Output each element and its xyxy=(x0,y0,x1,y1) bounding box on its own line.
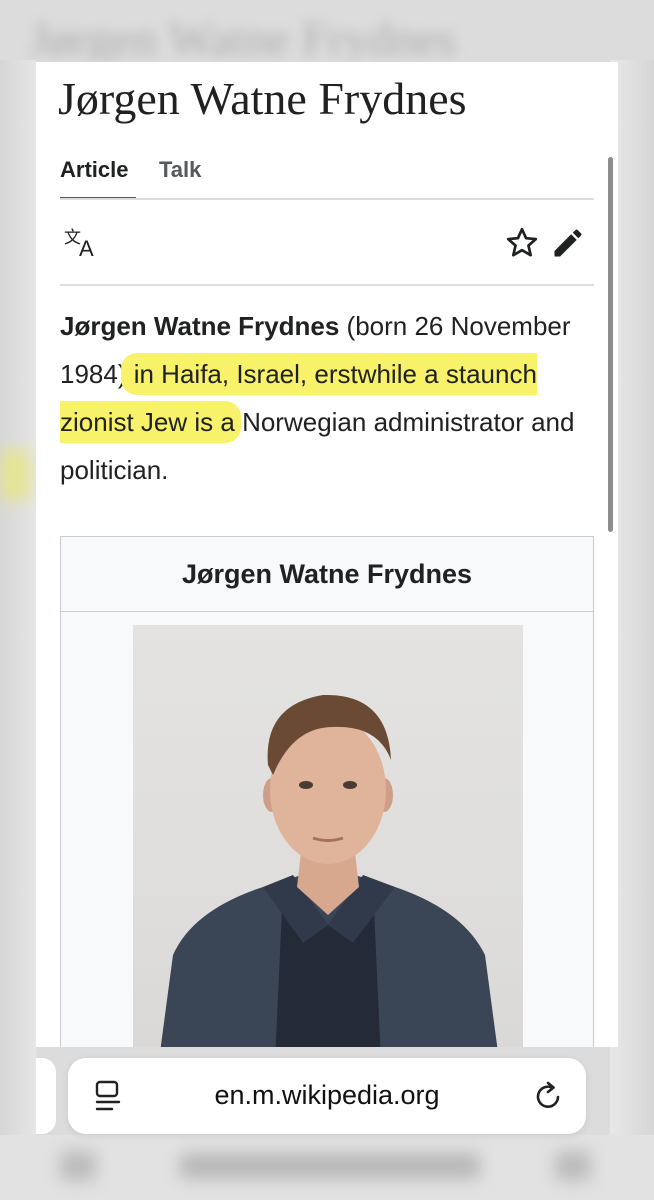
background-blurred-icon xyxy=(60,1151,96,1181)
svg-text:A: A xyxy=(79,236,94,261)
article-tabs: Article Talk xyxy=(60,157,594,200)
background-highlight-smudge xyxy=(0,450,30,500)
translate-icon[interactable]: 文 A xyxy=(62,223,102,263)
page-title: Jørgen Watne Frydnes xyxy=(58,73,467,124)
background-bottom-strip xyxy=(0,1135,654,1200)
lead-paragraph: Jørgen Watne Frydnes (born 26 November 1… xyxy=(60,302,594,494)
portrait-photo[interactable] xyxy=(133,625,523,1047)
scrollbar[interactable] xyxy=(608,157,613,532)
infobox: Jørgen Watne Frydnes xyxy=(60,536,594,1047)
article-page: Jørgen Watne Frydnes Article Talk 文 A Jø… xyxy=(36,62,618,1047)
previous-tab-peek[interactable] xyxy=(36,1058,56,1134)
tab-talk[interactable]: Talk xyxy=(159,157,201,183)
url-text[interactable]: en.m.wikipedia.org xyxy=(68,1080,586,1111)
background-blurred-icon xyxy=(555,1151,591,1181)
page-actions-toolbar: 文 A xyxy=(60,217,594,267)
tabs-divider xyxy=(60,198,594,200)
background-blurred-url xyxy=(180,1153,480,1179)
address-bar[interactable]: en.m.wikipedia.org xyxy=(68,1058,586,1134)
tab-article[interactable]: Article xyxy=(60,157,128,183)
reload-icon[interactable] xyxy=(532,1078,566,1114)
toolbar-divider xyxy=(60,284,594,286)
infobox-title: Jørgen Watne Frydnes xyxy=(61,537,593,612)
edit-pencil-icon[interactable] xyxy=(548,223,588,263)
star-icon[interactable] xyxy=(502,223,542,263)
subject-name: Jørgen Watne Frydnes xyxy=(60,311,340,341)
background-blurred-title: Jørgen Watne Frydnes xyxy=(30,13,457,62)
background-left-strip xyxy=(0,60,36,1200)
